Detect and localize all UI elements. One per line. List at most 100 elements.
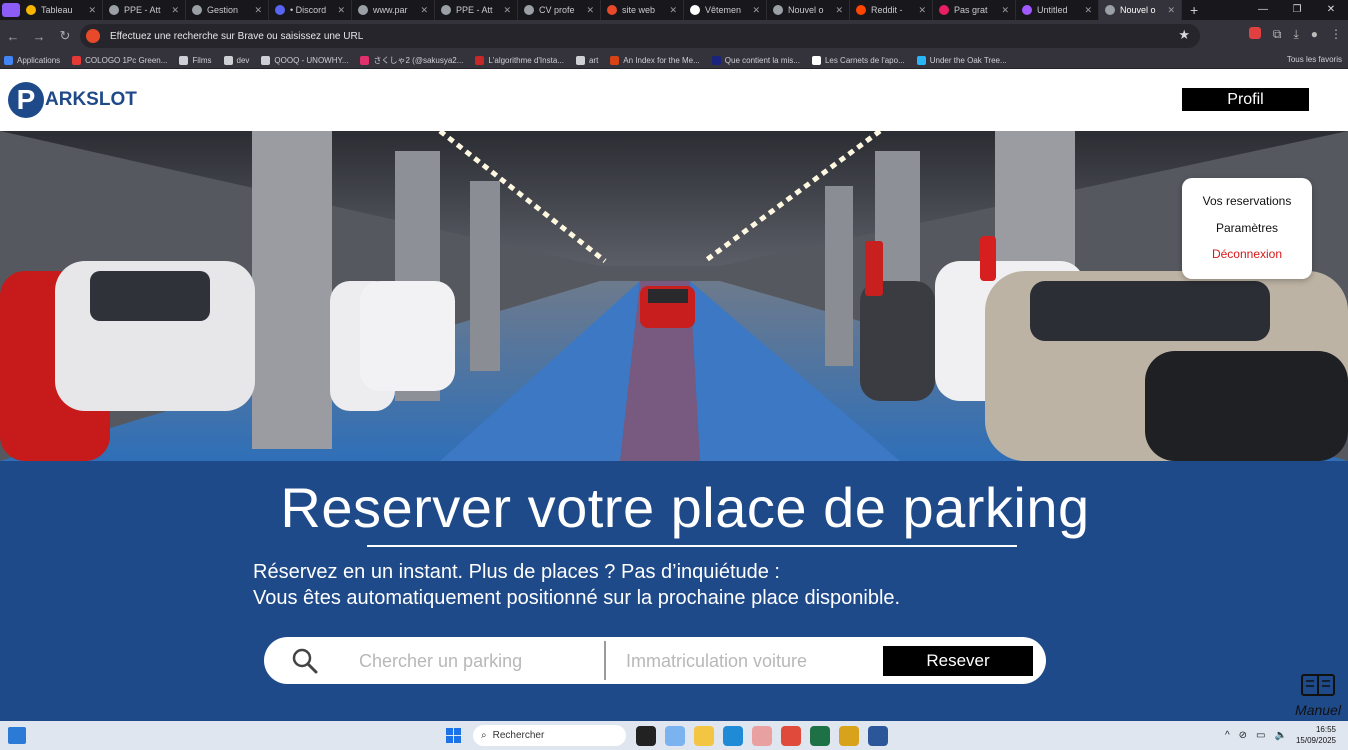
downloads-icon[interactable]: ⤓ — [1293, 27, 1298, 42]
brave-taskbar-icon[interactable] — [781, 726, 801, 746]
browser-tab[interactable]: Vêtemen ✕ — [684, 0, 767, 20]
profil-button[interactable]: Profil — [1182, 88, 1309, 111]
windows-taskbar: ⌕ Rechercher ^ ⊘ ▭ 🔈 16:55 15/09/2025 — [0, 721, 1348, 750]
bookmark-label: dev — [236, 55, 250, 65]
bookmarks-bar: Applications COLOGO 1Pc Green... Films dev Q… — [0, 52, 1348, 69]
browser-tab[interactable]: CV profe ✕ — [518, 0, 601, 20]
browser-tab[interactable]: Reddit - ✕ — [850, 0, 933, 20]
tab-title: www.par — [373, 5, 408, 15]
chevron-up-icon[interactable]: ^ — [1225, 730, 1230, 741]
close-tab-icon[interactable]: ✕ — [1084, 5, 1092, 16]
manual-link[interactable]: Manuel — [1292, 673, 1344, 718]
excel-icon[interactable] — [810, 726, 830, 746]
bookmark-label: art — [588, 55, 599, 65]
store-icon[interactable] — [752, 726, 772, 746]
tab-title: Gestion — [207, 5, 239, 15]
paint-icon[interactable] — [839, 726, 859, 746]
tab-title: Pas grat — [954, 5, 988, 15]
browser-tab[interactable]: Untitled ✕ — [1016, 0, 1099, 20]
menu-item-logout[interactable]: Déconnexion — [1182, 247, 1312, 261]
browser-tab-strip: Tableau ✕ PPE - Att ✕ Gestion ✕ • Discord ✕ www.… — [0, 0, 1348, 20]
browser-tab[interactable]: Pas grat ✕ — [933, 0, 1016, 20]
tab-title: • Discord — [290, 5, 327, 15]
bookmark-item[interactable]: Films — [179, 55, 212, 66]
bookmark-item[interactable]: COLOGO 1Pc Green... — [72, 55, 167, 66]
task-view-icon[interactable] — [636, 726, 656, 746]
start-icon[interactable] — [446, 728, 461, 743]
browser-menu-button[interactable] — [2, 3, 20, 17]
volume-icon[interactable]: 🔈 — [1275, 730, 1287, 741]
search-icon[interactable] — [292, 648, 318, 674]
copilot-icon[interactable] — [665, 726, 685, 746]
close-tab-icon[interactable]: ✕ — [503, 5, 511, 16]
word-icon[interactable] — [868, 726, 888, 746]
network-icon[interactable]: ⊘ — [1239, 730, 1247, 741]
new-tab-button[interactable]: + — [1190, 2, 1198, 18]
close-tab-icon[interactable]: ✕ — [171, 5, 179, 16]
close-tab-icon[interactable]: ✕ — [337, 5, 345, 16]
bookmark-item[interactable]: dev — [223, 55, 250, 66]
close-tab-icon[interactable]: ✕ — [88, 5, 96, 16]
bookmark-item[interactable]: Que contient la mis... — [711, 55, 800, 66]
taskbar-search[interactable]: ⌕ Rechercher — [473, 725, 626, 746]
browser-tab[interactable]: PPE - Att ✕ — [103, 0, 186, 20]
bookmark-item[interactable]: Applications — [4, 55, 60, 66]
address-input[interactable]: Effectuez une recherche sur Brave ou sai… — [80, 24, 1200, 48]
widgets-icon[interactable] — [8, 727, 26, 744]
close-tab-icon[interactable]: ✕ — [669, 5, 677, 16]
tab-title: Nouvel o — [788, 5, 824, 15]
clock[interactable]: 16:55 15/09/2025 — [1296, 724, 1336, 746]
close-tab-icon[interactable]: ✕ — [752, 5, 760, 16]
profile-avatar-icon[interactable]: ● — [1311, 27, 1318, 42]
close-tab-icon[interactable]: ✕ — [835, 5, 843, 16]
menu-item-settings[interactable]: Paramètres — [1182, 221, 1312, 235]
bookmark-list: Applications COLOGO 1Pc Green... Films dev Q… — [4, 55, 1019, 66]
bookmark-item[interactable]: An Index for the Me... — [610, 55, 700, 66]
browser-tab[interactable]: Gestion ✕ — [186, 0, 269, 20]
close-tab-icon[interactable]: ✕ — [586, 5, 594, 16]
parking-search-input[interactable] — [359, 648, 589, 674]
edge-icon[interactable] — [723, 726, 743, 746]
bookmark-label: Les Carnets de l'apo... — [824, 55, 905, 65]
browser-tab[interactable]: Nouvel o ✕ — [767, 0, 850, 20]
bookmark-item[interactable]: さくしゃ2 (@sakusya2... — [360, 55, 463, 66]
close-icon[interactable]: ✕ — [1314, 0, 1348, 20]
back-icon[interactable]: ← — [0, 29, 26, 44]
extensions-icon[interactable]: ⧉ — [1273, 27, 1282, 42]
browser-tab[interactable]: • Discord ✕ — [269, 0, 352, 20]
close-tab-icon[interactable]: ✕ — [254, 5, 262, 16]
address-placeholder: Effectuez une recherche sur Brave ou sai… — [110, 30, 364, 42]
close-tab-icon[interactable]: ✕ — [918, 5, 926, 16]
browser-tab[interactable]: site web ✕ — [601, 0, 684, 20]
browser-tab[interactable]: www.par ✕ — [352, 0, 435, 20]
bookmark-star-icon[interactable]: ★ — [1178, 27, 1190, 43]
tab-title: Tableau — [41, 5, 73, 15]
brave-shield-icon[interactable] — [1248, 27, 1261, 39]
more-menu-icon[interactable]: ⋮ — [1330, 27, 1342, 42]
browser-tab[interactable]: PPE - Att ✕ — [435, 0, 518, 20]
file-explorer-icon[interactable] — [694, 726, 714, 746]
restore-icon[interactable]: ❐ — [1280, 0, 1314, 20]
bookmark-item[interactable]: Les Carnets de l'apo... — [811, 55, 905, 66]
close-tab-icon[interactable]: ✕ — [1167, 5, 1175, 16]
bookmark-item[interactable]: Under the Oak Tree... — [916, 55, 1007, 66]
display-icon[interactable]: ▭ — [1256, 730, 1265, 741]
license-plate-input[interactable] — [626, 648, 866, 674]
reserve-button[interactable]: Resever — [883, 646, 1033, 676]
all-bookmarks-link[interactable]: Tous les favoris — [1287, 55, 1342, 64]
minimize-icon[interactable]: — — [1246, 0, 1280, 20]
browser-tab[interactable]: Tableau ✕ — [20, 0, 103, 20]
close-tab-icon[interactable]: ✕ — [1001, 5, 1009, 16]
miro-icon — [26, 5, 36, 15]
reload-icon[interactable]: ↻ — [52, 28, 78, 44]
browser-tab[interactable]: Nouvel o ✕ — [1099, 0, 1182, 20]
menu-item-reservations[interactable]: Vos reservations — [1182, 194, 1312, 208]
bookmark-item[interactable]: L'algorithme d'Insta... — [475, 55, 564, 66]
manual-label: Manuel — [1295, 702, 1341, 718]
parkslot-logo[interactable]: P ARKSLOT — [8, 82, 137, 118]
book-icon — [1301, 674, 1335, 696]
close-tab-icon[interactable]: ✕ — [420, 5, 428, 16]
bookmark-item[interactable]: QOOQ - UNOWHY... — [261, 55, 348, 66]
bookmark-item[interactable]: art — [575, 55, 599, 66]
forward-icon[interactable]: → — [26, 29, 52, 44]
